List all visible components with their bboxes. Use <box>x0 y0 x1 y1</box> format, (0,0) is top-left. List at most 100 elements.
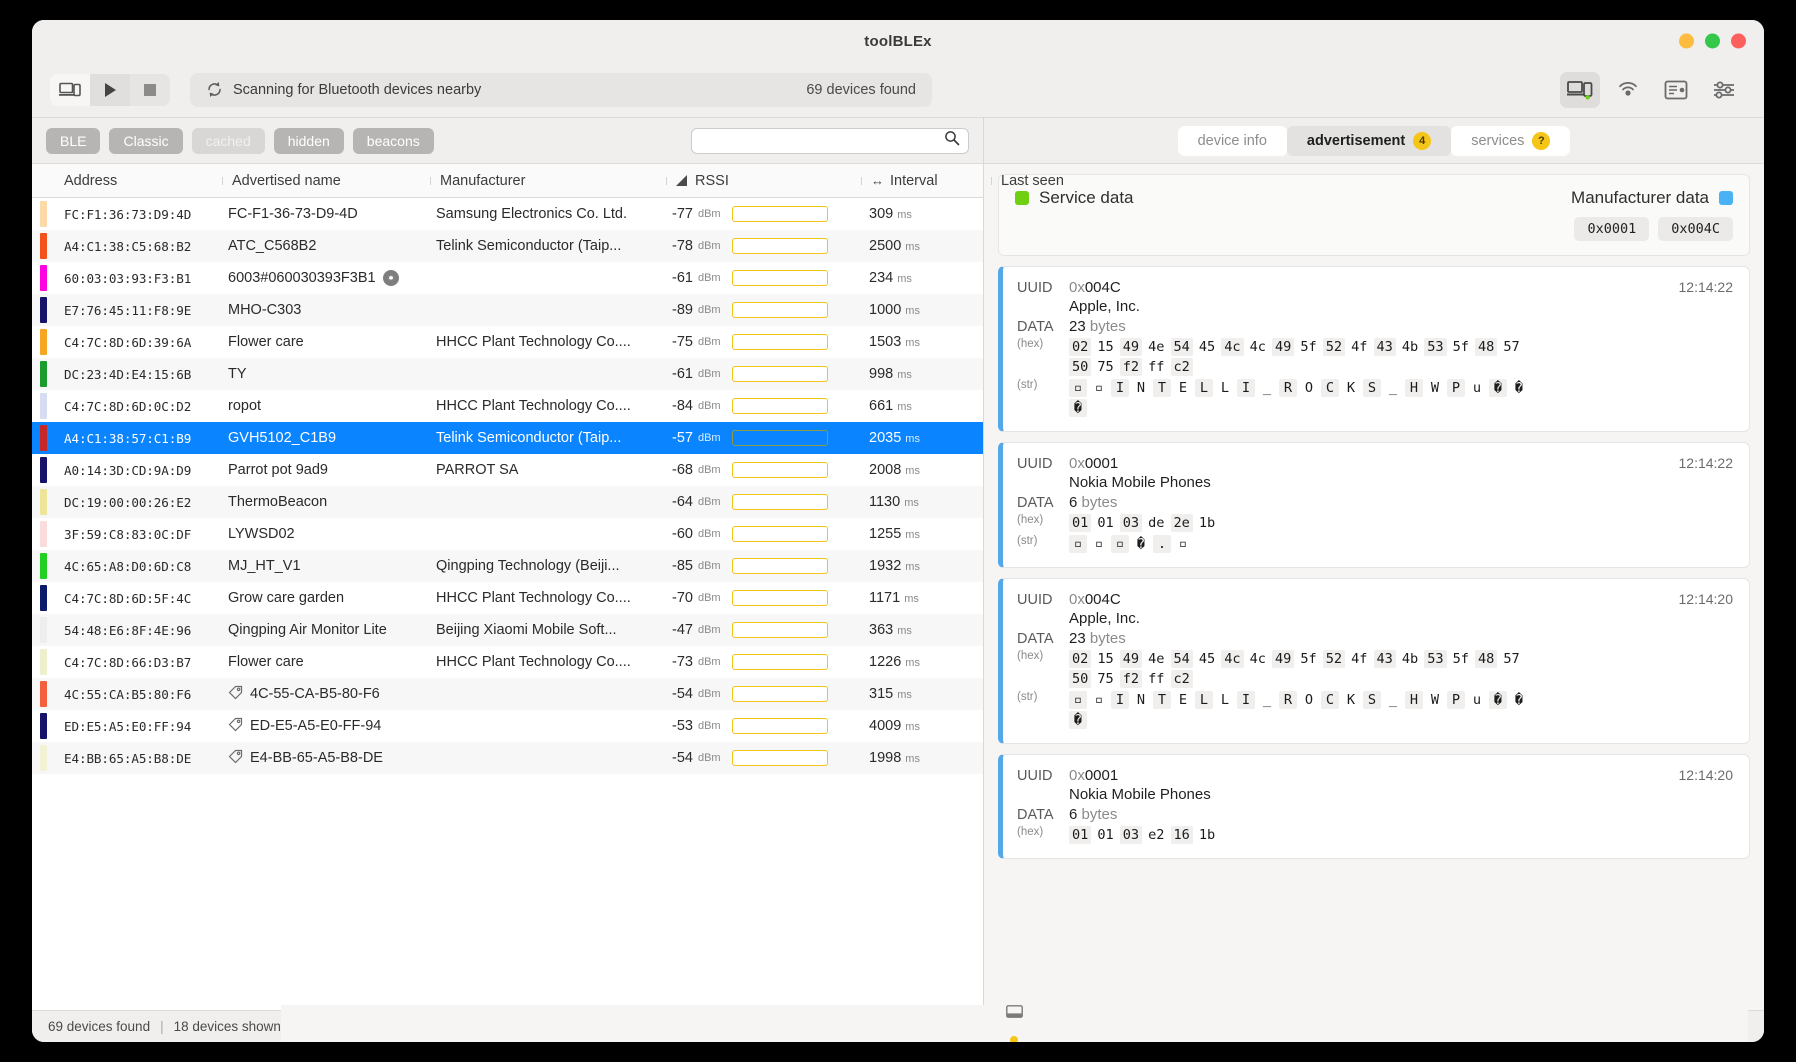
hex-byte: 4c <box>1249 339 1266 355</box>
interval-unit: ms <box>897 209 912 221</box>
uuid-value: 0x004C <box>1069 279 1121 296</box>
advertisement-card[interactable]: 12:14:20 UUID 0x004C Apple, Inc. DATA 23 byte… <box>998 578 1750 744</box>
uuid-value: 0x0001 <box>1069 455 1119 472</box>
rssi-meter <box>731 462 828 478</box>
cell-interval: 1503 ms <box>861 334 983 350</box>
row-color-cell <box>32 649 54 675</box>
header-address[interactable]: Address <box>54 173 222 189</box>
table-row[interactable]: A0:14:3D:CD:9A:D9 Parrot pot 9ad9 PARROT S… <box>32 454 983 486</box>
header-manufacturer[interactable]: Manufacturer <box>430 173 666 189</box>
table-row[interactable]: A4:C1:38:57:C1:B9 GVH5102_C1B9 Telink Semi… <box>32 422 983 454</box>
table-row[interactable]: A4:C1:38:C5:68:B2 ATC_C568B2 Telink Semico… <box>32 230 983 262</box>
advertised-name-text: E4-BB-65-A5-B8-DE <box>250 750 383 766</box>
start-scan-button[interactable] <box>90 73 130 106</box>
filter-chip-cached[interactable]: cached <box>191 127 265 154</box>
table-row[interactable]: ED:E5:A5:E0:FF:94 ED-E5-A5-E0-FF-94 -53 dBm… <box>32 710 983 742</box>
table-row[interactable]: 54:48:E6:8F:4E:96 Qingping Air Monitor Li… <box>32 614 983 646</box>
header-advertised-name[interactable]: Advertised name <box>222 173 430 189</box>
rssi-value: -60 <box>672 526 693 542</box>
radar-view-button[interactable] <box>1608 72 1648 108</box>
devices-view-button[interactable] <box>1560 71 1600 108</box>
cell-advertised-name: FC-F1-36-73-D9-4D <box>222 206 430 222</box>
data-size: 6 bytes <box>1069 494 1118 511</box>
header-interval[interactable]: ↔ Interval <box>861 173 991 189</box>
advertisement-card[interactable]: 12:14:20 UUID 0x0001 Nokia Mobile Phones DAT… <box>998 754 1750 859</box>
logs-view-button[interactable] <box>1656 72 1696 108</box>
rssi-meter <box>731 718 828 734</box>
filter-chip-beacons[interactable]: beacons <box>352 127 434 154</box>
hex-bytes: 01 01 03 de 2e 1b <box>1069 514 1218 532</box>
cell-rssi: -77 dBm <box>666 206 861 222</box>
device-color-swatch <box>39 649 47 675</box>
stop-icon <box>144 83 156 96</box>
cell-interval: 2500 ms <box>861 238 983 254</box>
minimize-button[interactable] <box>1679 33 1694 49</box>
tab-device-info[interactable]: device info <box>1177 125 1287 156</box>
hex-byte: 02 <box>1069 338 1092 356</box>
hex-byte: ff <box>1148 359 1165 375</box>
table-row[interactable]: DC:19:00:00:26:E2 ThermoBeacon -64 dBm 1130 … <box>32 486 983 518</box>
cell-interval: 234 ms <box>861 270 983 286</box>
search-box[interactable] <box>691 127 969 154</box>
cell-interval: 4009 ms <box>861 718 983 734</box>
vendor-name: Nokia Mobile Phones <box>1069 786 1211 803</box>
status-separator: | <box>160 1019 164 1034</box>
str-char: L <box>1220 380 1230 396</box>
cell-address: 4C:65:A8:D0:6D:C8 <box>64 558 192 574</box>
table-row[interactable]: E4:BB:65:A5:B8:DE E4-BB-65-A5-B8-DE -54 dBm… <box>32 742 983 774</box>
table-row[interactable]: FC:F1:36:73:D9:4D FC-F1-36-73-D9-4D Samsun… <box>32 198 983 230</box>
uuid-pill-0001[interactable]: 0x0001 <box>1574 217 1650 241</box>
advertisement-panel[interactable]: Service data Manufacturer data 0x0001 0x… <box>984 164 1764 1010</box>
advertisement-card[interactable]: 12:14:22 UUID 0x004C Apple, Inc. DATA 23 byte… <box>998 266 1750 432</box>
rssi-meter <box>731 206 828 222</box>
cell-advertised-name: Grow care garden <box>222 590 430 606</box>
cell-rssi: -54 dBm <box>666 750 861 766</box>
filter-chip-hidden[interactable]: hidden <box>273 127 344 154</box>
str-char: P <box>1447 379 1465 397</box>
hex-byte: 52 <box>1322 650 1346 668</box>
window-panel-icon[interactable] <box>1006 1005 1023 1021</box>
stop-scan-button[interactable] <box>130 74 170 106</box>
device-select-button[interactable] <box>50 73 90 106</box>
settings-button[interactable] <box>1704 72 1744 108</box>
table-row[interactable]: E7:76:45:11:F8:9EMHO-C303-89dBm1000 ms12… <box>32 294 983 326</box>
filter-chip-classic[interactable]: Classic <box>109 127 183 154</box>
table-row[interactable]: 3F:59:C8:83:0C:DFLYWSD02-60dBm1255 ms12:… <box>32 518 983 550</box>
table-row[interactable]: C4:7C:8D:6D:5F:4C Grow care garden HHCC Pl… <box>32 582 983 614</box>
cell-advertised-name: ATC_C568B2 <box>222 238 430 254</box>
maximize-button[interactable] <box>1705 33 1720 49</box>
tab-services[interactable]: services ? <box>1451 125 1571 156</box>
cell-interval: 1932 ms <box>861 558 983 574</box>
table-row[interactable]: 60:03:03:93:F3:B1 6003#060030393F3B1 -61 dB… <box>32 262 983 294</box>
cell-manufacturer: Telink Semiconductor (Taip... <box>436 430 622 446</box>
interval-unit: ms <box>897 273 912 285</box>
device-table-body[interactable]: FC:F1:36:73:D9:4D FC-F1-36-73-D9-4D Samsun… <box>32 198 983 1010</box>
gear-badge-icon <box>382 270 399 286</box>
search-input[interactable] <box>700 131 944 150</box>
rssi-meter <box>731 334 828 350</box>
hex-label: (hex) <box>1017 338 1044 350</box>
window-controls[interactable] <box>1679 33 1746 49</box>
table-row[interactable]: 4C:65:A8:D0:6D:C8 MJ_HT_V1 Qingping Techno… <box>32 550 983 582</box>
cell-advertised-name: Flower care <box>222 334 430 350</box>
table-row[interactable]: DC:23:4D:E4:15:6BTY-61dBm998 ms12:14 <box>32 358 983 390</box>
cell-address: A0:14:3D:CD:9A:D9 <box>64 462 192 478</box>
cell-manufacturer: HHCC Plant Technology Co.... <box>436 654 631 670</box>
rssi-unit: dBm <box>697 560 721 572</box>
header-rssi[interactable]: RSSI <box>666 173 861 189</box>
search-icon[interactable] <box>944 130 960 151</box>
advertised-name-text: Parrot pot 9ad9 <box>228 462 328 478</box>
close-button[interactable] <box>1731 33 1746 49</box>
uuid-pill-004c[interactable]: 0x004C <box>1658 217 1733 241</box>
advertisement-card[interactable]: 12:14:22 UUID 0x0001 Nokia Mobile Phones DAT… <box>998 442 1750 568</box>
table-row[interactable]: C4:7C:8D:6D:39:6A Flower care HHCC Plant T… <box>32 326 983 358</box>
advertisement-list[interactable]: 12:14:22 UUID 0x004C Apple, Inc. DATA 23 byte… <box>998 266 1750 859</box>
header-last-seen[interactable]: Last seen <box>991 173 1075 189</box>
filter-chip-ble[interactable]: BLE <box>46 127 101 154</box>
hex-byte: e2 <box>1148 827 1165 843</box>
table-row[interactable]: C4:7C:8D:6D:0C:D2 ropot HHCC Plant Technol… <box>32 390 983 422</box>
service-data-legend: Service data <box>1015 188 1134 208</box>
table-row[interactable]: 4C:55:CA:B5:80:F6 4C-55-CA-B5-80-F6 -54 dBm… <box>32 678 983 710</box>
table-row[interactable]: C4:7C:8D:66:D3:B7 Flower care HHCC Plant T… <box>32 646 983 678</box>
tab-advertisement[interactable]: advertisement 4 <box>1286 125 1452 156</box>
